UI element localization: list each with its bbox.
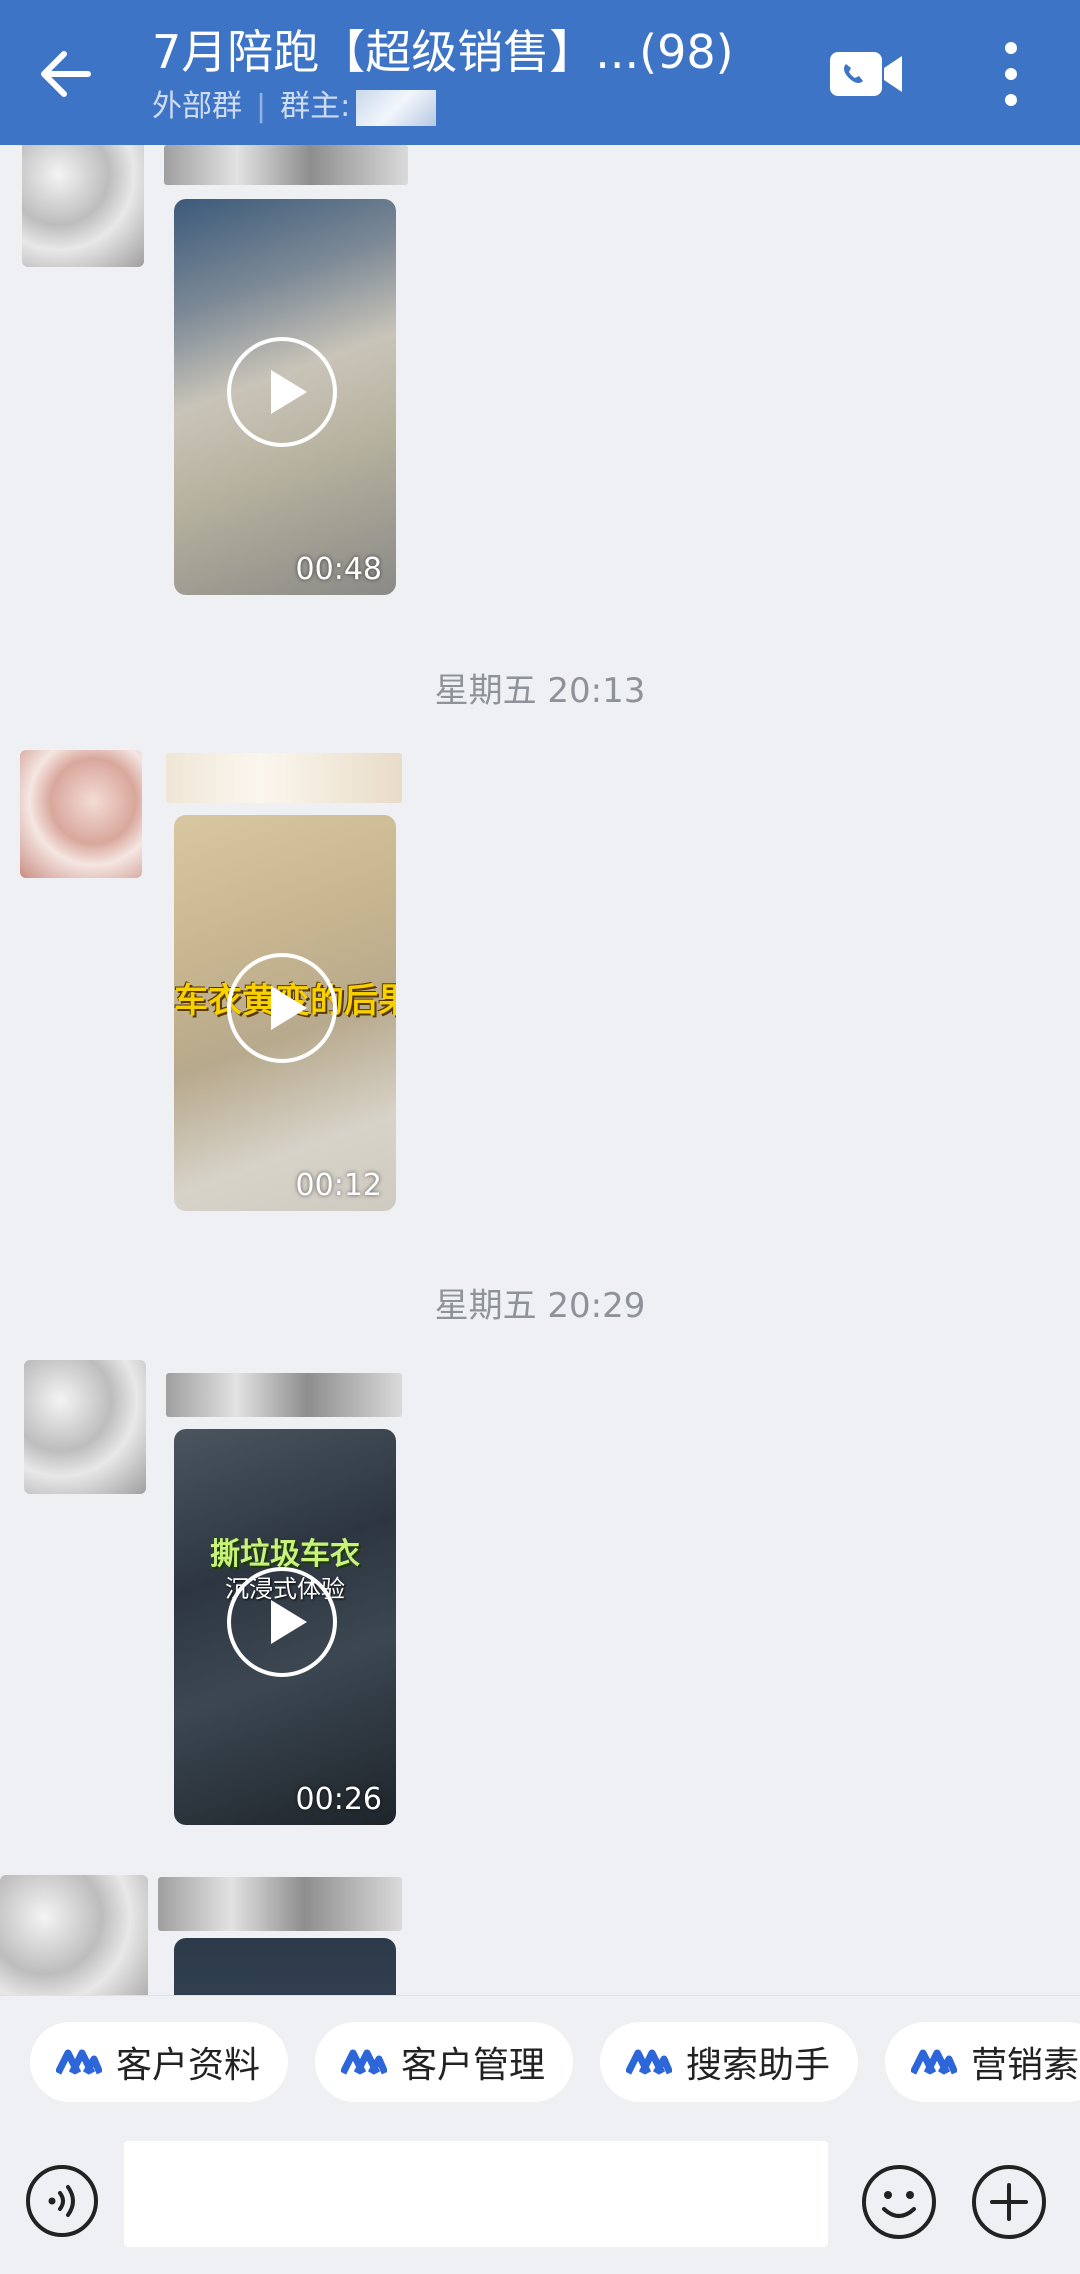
search-assistant-button[interactable]: 搜索助手 [600, 2022, 859, 2102]
play-icon [227, 1567, 337, 1677]
message-timestamp: 星期五 20:13 [434, 671, 646, 711]
video-duration: 00:12 [295, 1168, 382, 1203]
play-icon [227, 337, 337, 447]
chevron-logo-icon [911, 2049, 957, 2075]
more-options-icon[interactable] [994, 38, 1028, 110]
message-input-bar [0, 2135, 1080, 2274]
emoji-icon[interactable] [860, 2163, 938, 2241]
marketing-material-button[interactable]: 营销素 [885, 2022, 1080, 2102]
chip-label: 营销素 [971, 2045, 1080, 2086]
group-owner-label: 群主: [280, 89, 351, 124]
video-message[interactable]: 撕垃圾车衣 沉浸式体验 00:26 [174, 1429, 396, 1825]
chat-subtitle: 外部群 | 群主: [152, 86, 437, 128]
sender-name-redacted [158, 1877, 402, 1931]
sender-name-redacted [166, 1373, 402, 1417]
chevron-logo-icon [626, 2049, 672, 2075]
sender-avatar-redacted[interactable] [0, 1875, 148, 1995]
subtitle-divider: | [256, 89, 267, 124]
group-owner-name-redacted [356, 89, 437, 126]
message-text-input[interactable] [124, 2141, 828, 2247]
play-icon [227, 953, 337, 1063]
sender-avatar-redacted[interactable] [24, 1360, 146, 1494]
chat-title[interactable]: 7月陪跑【超级销售】...(98) [152, 20, 734, 84]
chat-header: 7月陪跑【超级销售】...(98) 外部群 | 群主: [0, 0, 1080, 145]
message-list[interactable]: 00:48 星期五 20:13 车衣黄变的后果 00:12 星期五 20:29 … [0, 145, 1080, 1995]
voice-input-icon[interactable] [24, 2163, 100, 2239]
chip-label: 客户管理 [401, 2045, 546, 2086]
customer-management-button[interactable]: 客户管理 [315, 2022, 574, 2102]
sender-name-redacted [164, 145, 408, 185]
video-call-icon[interactable] [828, 46, 904, 102]
sender-name-redacted [166, 753, 402, 803]
message-timestamp: 星期五 20:29 [434, 1286, 646, 1326]
back-arrow-icon[interactable] [28, 34, 108, 114]
customer-profile-button[interactable]: 客户资料 [30, 2022, 289, 2102]
chip-label: 搜索助手 [686, 2045, 831, 2086]
chevron-logo-icon [56, 2049, 102, 2075]
video-message[interactable]: 00:48 [174, 199, 396, 595]
video-duration: 00:26 [295, 1782, 382, 1817]
group-type-label: 外部群 [152, 89, 242, 124]
quick-action-bar[interactable]: 客户资料 客户管理 搜索助手 营销素 [0, 1995, 1080, 2136]
chevron-logo-icon [341, 2049, 387, 2075]
video-duration: 00:48 [295, 552, 382, 587]
sender-avatar-redacted[interactable] [20, 750, 142, 878]
plus-icon[interactable] [970, 2163, 1048, 2241]
chip-label: 客户资料 [116, 2045, 261, 2086]
video-message[interactable] [174, 1938, 396, 1995]
sender-avatar-redacted[interactable] [22, 145, 144, 267]
video-message[interactable]: 车衣黄变的后果 00:12 [174, 815, 396, 1211]
